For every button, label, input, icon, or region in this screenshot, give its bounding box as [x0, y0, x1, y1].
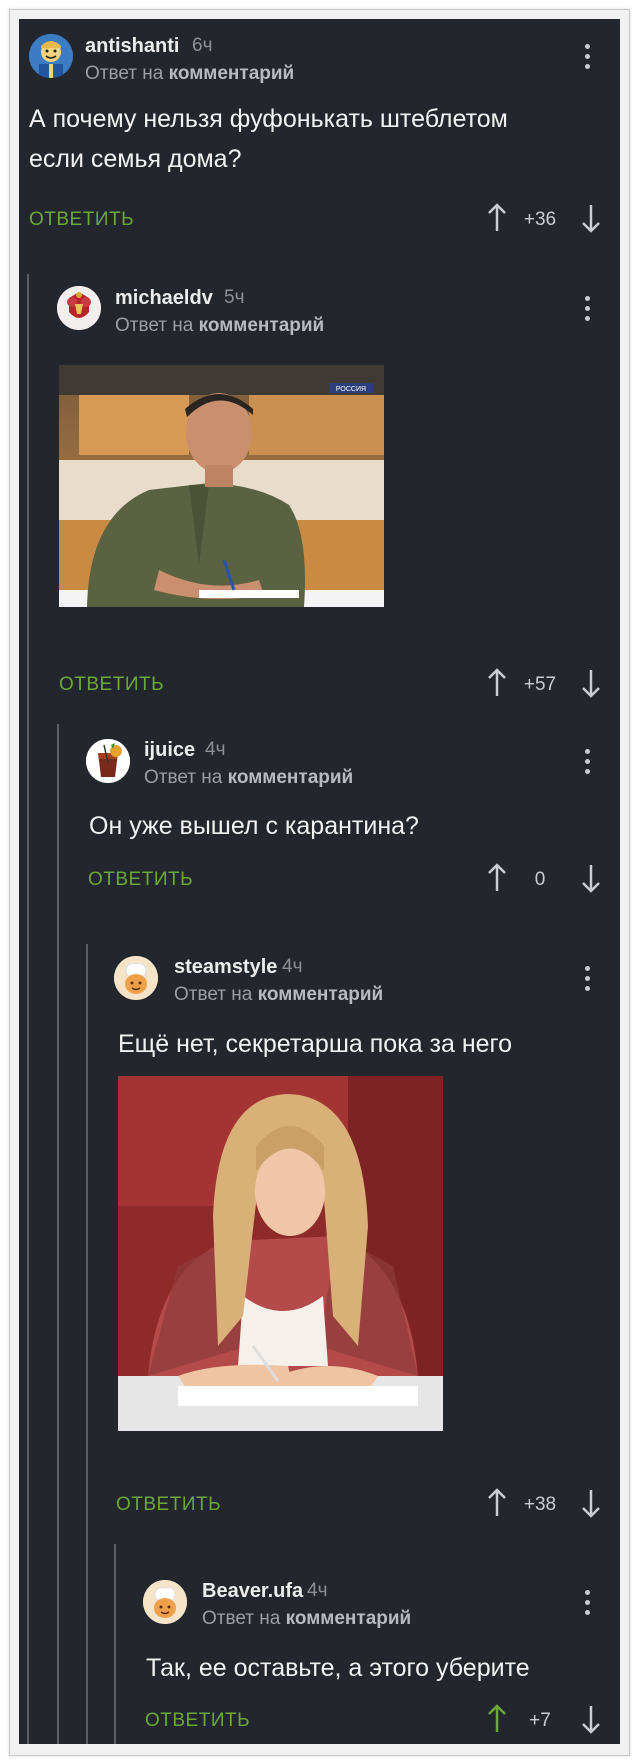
vote-score: 0 [534, 869, 546, 890]
reply-to-prefix: Ответ на [144, 767, 223, 788]
username[interactable]: ijuice [144, 739, 195, 762]
comment-time: 4ч [307, 1580, 328, 1601]
upvote-arrow-icon[interactable] [486, 1704, 508, 1734]
comments-screen: antishanti 6ч Ответ на комментарий А поч… [19, 19, 620, 1744]
comment-time: 6ч [192, 35, 213, 56]
reply-to-prefix: Ответ на [85, 63, 164, 84]
juice-glass-avatar-icon[interactable] [86, 739, 130, 783]
vault-boy-avatar-icon[interactable] [29, 34, 73, 78]
reply-to-target[interactable]: комментарий [199, 315, 325, 336]
reply-to-target[interactable]: комментарий [286, 1608, 412, 1629]
comment-time: 4ч [282, 956, 303, 977]
comment-text: Он уже вышел с карантина? [89, 812, 419, 840]
comment-text: А почему нельзя фуфонькать штеблетом есл… [29, 105, 508, 173]
comment: Beaver.ufa 4ч Ответ на комментарий Так, … [19, 1534, 620, 1744]
reply-button[interactable]: ОТВЕТИТЬ [88, 869, 193, 891]
reply-to-prefix: Ответ на [174, 984, 253, 1005]
comment-time: 4ч [205, 739, 226, 760]
username[interactable]: michaeldv [115, 287, 213, 310]
reply-to-target[interactable]: комментарий [228, 767, 354, 788]
downvote-arrow-icon[interactable] [580, 863, 602, 893]
username[interactable]: Beaver.ufa [202, 1580, 303, 1603]
comment-text: Ещё нет, секретарша пока за него [118, 1030, 513, 1058]
downvote-arrow-icon[interactable] [580, 1704, 602, 1734]
comment: michaeldv 5ч Ответ на комментарий РОССИЯ… [19, 259, 620, 699]
chef-avatar-icon[interactable] [143, 1580, 187, 1624]
reply-to-prefix: Ответ на [202, 1608, 281, 1629]
reply-button[interactable]: ОТВЕТИТЬ [116, 1494, 221, 1516]
woman-writing-photo[interactable] [118, 1076, 443, 1431]
comment: steamstyle 4ч Ответ на комментарий Ещё н… [19, 934, 620, 1534]
reply-button[interactable]: ОТВЕТИТЬ [59, 674, 164, 696]
crest-avatar-icon[interactable] [57, 286, 101, 330]
reply-to-label[interactable]: Ответ на комментарий [85, 63, 294, 85]
username[interactable]: steamstyle [174, 956, 277, 979]
comment-time: 5ч [224, 287, 245, 308]
username[interactable]: antishanti [85, 35, 179, 58]
reply-to-label[interactable]: Ответ на комментарий [202, 1608, 411, 1630]
downvote-arrow-icon[interactable] [580, 203, 602, 233]
more-options-icon[interactable] [583, 966, 591, 994]
vote-score: +36 [523, 209, 557, 230]
upvote-arrow-icon[interactable] [486, 668, 508, 698]
comment-text: Так, ее оставьте, а этого уберите [146, 1654, 530, 1682]
more-options-icon[interactable] [583, 1590, 591, 1618]
reply-to-prefix: Ответ на [115, 315, 194, 336]
reply-to-target[interactable]: комментарий [169, 63, 295, 84]
reply-button[interactable]: ОТВЕТИТЬ [145, 1710, 250, 1732]
more-options-icon[interactable] [583, 44, 591, 72]
vote-score: +57 [523, 674, 557, 695]
reply-button[interactable]: ОТВЕТИТЬ [29, 209, 134, 231]
tv-channel-badge: РОССИЯ [336, 386, 366, 393]
vote-score: +38 [523, 1494, 557, 1515]
upvote-arrow-icon[interactable] [486, 1488, 508, 1518]
comment: ijuice 4ч Ответ на комментарий Он уже вы… [19, 709, 620, 934]
more-options-icon[interactable] [583, 749, 591, 777]
reply-to-label[interactable]: Ответ на комментарий [115, 315, 324, 337]
more-options-icon[interactable] [583, 296, 591, 324]
downvote-arrow-icon[interactable] [580, 1488, 602, 1518]
downvote-arrow-icon[interactable] [580, 668, 602, 698]
reply-to-target[interactable]: комментарий [258, 984, 384, 1005]
man-writing-photo[interactable]: РОССИЯ [59, 365, 384, 607]
reply-to-label[interactable]: Ответ на комментарий [174, 984, 383, 1006]
comment: antishanti 6ч Ответ на комментарий А поч… [19, 19, 620, 259]
reply-to-label[interactable]: Ответ на комментарий [144, 767, 353, 789]
vote-score: +7 [529, 1710, 551, 1731]
upvote-arrow-icon[interactable] [486, 863, 508, 893]
chef-avatar-icon[interactable] [114, 956, 158, 1000]
upvote-arrow-icon[interactable] [486, 203, 508, 233]
